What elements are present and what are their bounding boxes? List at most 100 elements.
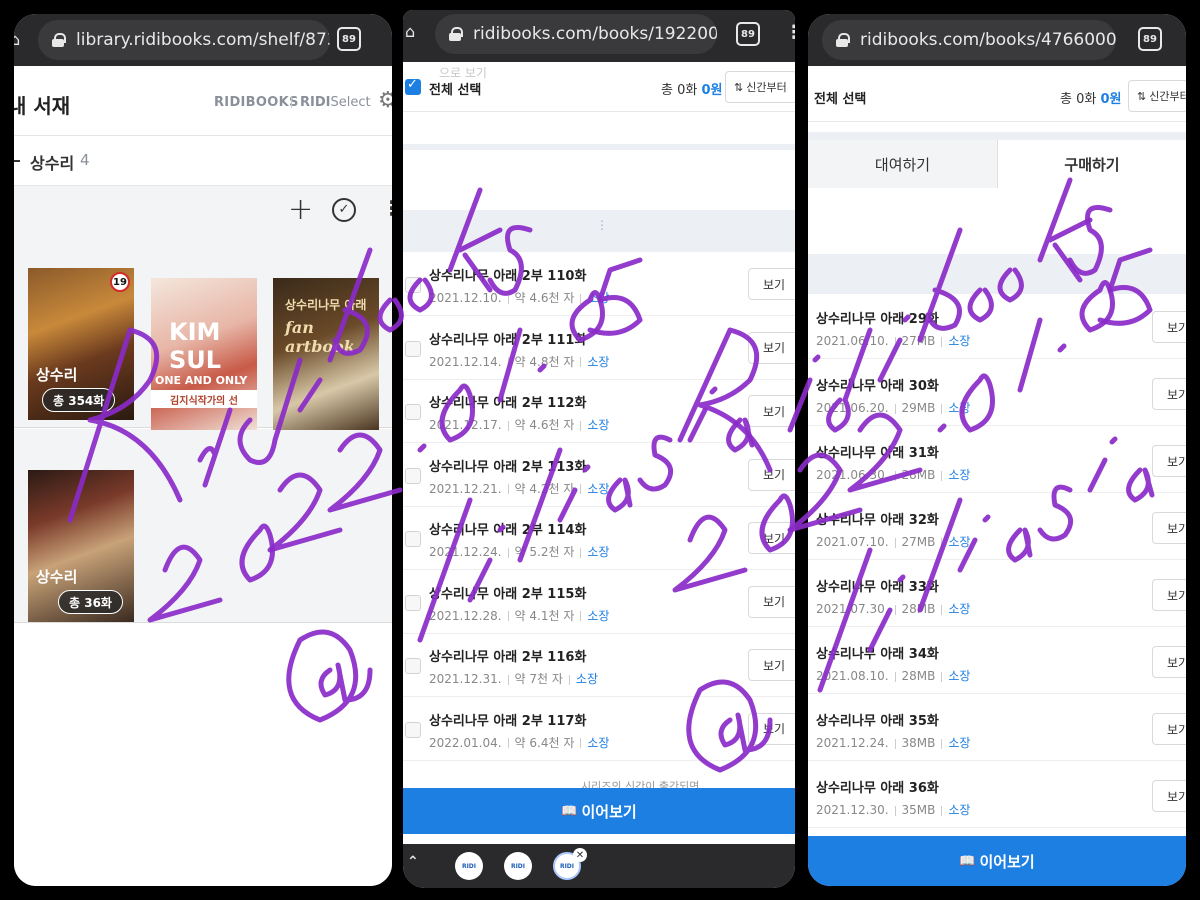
- select-check-icon[interactable]: ✓: [332, 198, 356, 222]
- tab-count-button[interactable]: 89: [1138, 27, 1162, 51]
- episode-size: 약 7천 자: [514, 672, 563, 686]
- episode-row[interactable]: 상수리나무 아래 2부 116화 2021.12.31. 약 7천 자 소장 보기: [403, 634, 795, 697]
- total-price: 0원: [701, 83, 723, 98]
- episode-row[interactable]: 상수리나무 아래 2부 113화 2021.12.21. 약 4.2천 자 소장 보기: [403, 444, 795, 507]
- view-button[interactable]: 보기: [748, 712, 795, 745]
- episode-checkbox[interactable]: [405, 594, 421, 611]
- meta-divider: [580, 293, 582, 304]
- view-button[interactable]: 보기: [1152, 780, 1186, 812]
- episode-date: 2021.12.14.: [429, 354, 502, 369]
- episode-checkbox[interactable]: [405, 658, 421, 674]
- continue-reading-button[interactable]: 📖 이어보기: [808, 836, 1186, 886]
- continue-reading-button[interactable]: 📖 이어보기: [403, 788, 795, 834]
- view-button[interactable]: 보기: [1152, 646, 1186, 678]
- cover-title: 상수리: [36, 366, 78, 384]
- collapse-icon[interactable]: ⌃: [407, 854, 419, 870]
- tab-rent[interactable]: 대여하기: [808, 140, 998, 188]
- episode-row[interactable]: 상수리나무 아래 34화 2021.08.10. 28MB 소장 보기: [808, 631, 1186, 694]
- book-cover[interactable]: 19 상수리 총 354화: [28, 268, 134, 420]
- back-dash-icon[interactable]: [14, 160, 20, 162]
- ridi-bubble-icon[interactable]: RIDI: [504, 852, 532, 880]
- episode-row[interactable]: 상수리나무 아래 33화 2021.07.30. 28MB 소장 보기: [808, 564, 1186, 627]
- view-button[interactable]: 보기: [1152, 311, 1186, 343]
- tab-count-button[interactable]: 89: [337, 27, 361, 51]
- home-icon[interactable]: ⌂: [405, 22, 415, 41]
- view-button[interactable]: 보기: [1152, 713, 1186, 745]
- episode-count-pill[interactable]: 총 36화: [58, 590, 123, 614]
- episode-row[interactable]: 상수리나무 아래 29화 2021.06.10. 27MB 소장 보기: [808, 296, 1186, 359]
- drag-handle-icon[interactable]: ⋮: [596, 218, 608, 232]
- view-button[interactable]: 보기: [748, 458, 795, 491]
- view-button[interactable]: 보기: [748, 331, 795, 364]
- episode-checkbox[interactable]: [405, 721, 421, 738]
- episode-row[interactable]: 상수리나무 아래 2부 110화 2021.12.10. 약 4.6천 자 소장 보기: [403, 253, 795, 316]
- ridi-bubble-icon[interactable]: RIDI: [455, 852, 483, 880]
- episode-row[interactable]: 상수리나무 아래 30화 2021.06.20. 29MB 소장 보기: [808, 363, 1186, 426]
- episode-row[interactable]: 상수리나무 아래 32화 2021.07.10. 27MB 소장 보기: [808, 497, 1186, 560]
- view-button[interactable]: 보기: [748, 585, 795, 618]
- cover-title: 상수리나무 아래: [285, 298, 367, 312]
- view-button[interactable]: 보기: [748, 649, 795, 681]
- meta-divider: [507, 484, 509, 494]
- sort-button[interactable]: ⇅ 신간부터: [725, 71, 795, 103]
- view-button[interactable]: 보기: [1152, 378, 1186, 410]
- more-icon[interactable]: ⋮: [785, 22, 795, 43]
- sort-button[interactable]: ⇅ 신간부터: [1128, 80, 1186, 112]
- ridiselect-link[interactable]: RIDISelect: [300, 95, 371, 110]
- shelf-count: 4: [80, 151, 90, 169]
- episode-checkbox[interactable]: [405, 277, 421, 293]
- close-icon[interactable]: ✕: [573, 848, 587, 862]
- meta-divider: [894, 403, 896, 414]
- episode-row[interactable]: 상수리나무 아래 35화 2021.12.24. 38MB 소장 보기: [808, 698, 1186, 761]
- view-button[interactable]: 보기: [1152, 579, 1186, 611]
- ridibooks-link[interactable]: RIDIBOOKS: [214, 95, 299, 110]
- list-header-band: [808, 254, 1186, 294]
- meta-divider: [507, 674, 509, 685]
- purchase-tabs: 대여하기 구매하기: [808, 140, 1186, 188]
- episode-checkbox[interactable]: [405, 404, 421, 420]
- gear-icon[interactable]: ⚙: [378, 88, 392, 113]
- book-cover[interactable]: KIM SUL ONE AND ONLY 김지식작가의 선: [151, 278, 257, 430]
- episode-title: 상수리나무 아래 2부 116화: [429, 650, 587, 665]
- episode-row[interactable]: 상수리나무 아래 2부 112화 2021.12.17. 약 4.6천 자 소장 보기: [403, 380, 795, 443]
- owned-label: 소장: [948, 535, 971, 549]
- ridi-bubble-active-icon[interactable]: RIDI ✕: [553, 848, 587, 880]
- episode-date: 2021.12.28.: [429, 608, 502, 623]
- owned-label: 소장: [948, 669, 971, 683]
- select-all-checkbox[interactable]: [405, 77, 421, 95]
- view-button[interactable]: 보기: [748, 522, 795, 554]
- add-icon[interactable]: +: [288, 192, 313, 227]
- view-button[interactable]: 보기: [748, 268, 795, 300]
- owned-label: 소장: [948, 401, 971, 415]
- shelf-toolbar: + ✓ ⋮: [14, 186, 392, 236]
- view-button[interactable]: 보기: [1152, 512, 1186, 544]
- episode-checkbox[interactable]: [405, 531, 421, 547]
- episode-row[interactable]: 상수리나무 아래 2부 115화 2021.12.28. 약 4.1천 자 소장 보기: [403, 571, 795, 634]
- book-cover[interactable]: 상수리 총 36화: [28, 470, 134, 622]
- episode-checkbox[interactable]: [405, 340, 421, 357]
- episode-row[interactable]: 상수리나무 아래 2부 114화 2021.12.24. 약 5.2천 자 소장 보기: [403, 507, 795, 570]
- book-cover[interactable]: 상수리나무 아래 fan artbook: [273, 278, 379, 430]
- sort-label: 신간부터: [1149, 90, 1186, 103]
- episode-count-pill[interactable]: 총 354화: [42, 388, 116, 412]
- episode-row[interactable]: 상수리나무 아래 2부 117화 2022.01.04. 약 6.4천 자 소장 보기: [403, 698, 795, 761]
- view-button[interactable]: 보기: [1152, 445, 1186, 477]
- episode-row[interactable]: 상수리나무 아래 31화 2021.06.30. 28MB 소장 보기: [808, 430, 1186, 493]
- episode-row[interactable]: 상수리나무 아래 2부 111화 2021.12.14. 약 4.8천 자 소장 보기: [403, 317, 795, 380]
- address-bar[interactable]: ridibooks.com/books/1922000: [435, 14, 717, 54]
- meta-divider: [568, 674, 570, 685]
- home-icon[interactable]: ⌂: [14, 30, 20, 49]
- episode-size: 약 4.1천 자: [514, 608, 575, 623]
- tab-buy[interactable]: 구매하기: [998, 140, 1186, 188]
- address-bar[interactable]: ridibooks.com/books/4766000: [822, 20, 1116, 60]
- episode-meta: 2021.12.21. 약 4.2천 자 소장: [429, 480, 609, 497]
- episode-row[interactable]: 상수리나무 아래 36화 2021.12.30. 35MB 소장 보기: [808, 765, 1186, 828]
- episode-date: 2022.01.04.: [429, 735, 502, 750]
- tab-count-button[interactable]: 89: [736, 22, 760, 46]
- view-button[interactable]: 보기: [748, 395, 795, 427]
- address-bar[interactable]: library.ridibooks.com/shelf/873: [38, 20, 330, 60]
- episode-date: 2021.12.31.: [429, 672, 502, 686]
- episode-checkbox[interactable]: [405, 467, 421, 484]
- more-icon[interactable]: ⋮: [382, 196, 392, 220]
- episode-title: 상수리나무 아래 34화: [816, 647, 939, 662]
